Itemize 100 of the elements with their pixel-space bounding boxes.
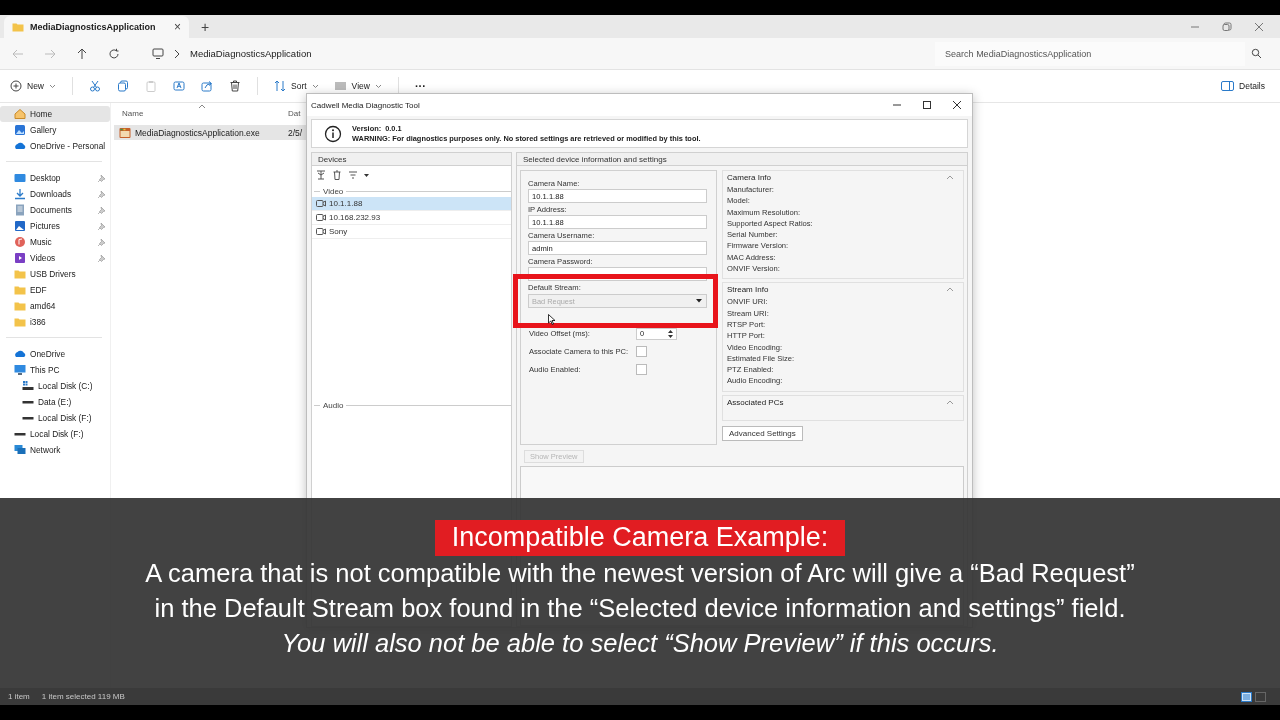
- sidebar-item[interactable]: amd64: [0, 298, 110, 314]
- mouse-cursor-icon: [548, 314, 556, 325]
- up-arrow-icon[interactable]: [76, 47, 88, 60]
- tiles-view-icon[interactable]: [1255, 691, 1266, 702]
- details-view-icon[interactable]: [1241, 691, 1252, 702]
- cloud-icon: [14, 348, 26, 360]
- caption-note: You will also not be able to select “Show Preview” if this occurs.: [281, 628, 999, 659]
- share-icon[interactable]: [201, 80, 213, 92]
- advanced-settings-button[interactable]: Advanced Settings: [722, 425, 803, 441]
- sidebar-item[interactable]: Local Disk (F:): [0, 410, 110, 426]
- group-title: Camera Info: [727, 173, 772, 182]
- browser-tab[interactable]: MediaDiagnosticsApplication ×: [4, 16, 189, 38]
- new-tab-button[interactable]: +: [201, 19, 210, 35]
- caret-icon[interactable]: [364, 173, 369, 177]
- close-tab-button[interactable]: ×: [174, 20, 181, 34]
- sidebar-item[interactable]: Pictures: [0, 218, 110, 234]
- checkbox[interactable]: [636, 346, 647, 357]
- panel-header: Selected device information and settings: [517, 153, 967, 166]
- collapse-icon[interactable]: [946, 399, 954, 405]
- sidebar-item[interactable]: i386: [0, 314, 110, 330]
- device-item[interactable]: 10.1.1.88: [312, 197, 511, 211]
- sort-icon: [274, 80, 286, 92]
- sidebar-item[interactable]: Documents: [0, 202, 110, 218]
- sidebar-item[interactable]: Local Disk (F:): [0, 426, 110, 442]
- sidebar-item[interactable]: Music: [0, 234, 110, 250]
- restore-icon[interactable]: [1222, 21, 1232, 32]
- search-icon[interactable]: [1251, 48, 1262, 59]
- sidebar-item[interactable]: Data (E:): [0, 394, 110, 410]
- file-name: MediaDiagnosticsApplication.exe: [135, 127, 260, 138]
- info-icon: [324, 124, 342, 143]
- breadcrumb[interactable]: MediaDiagnosticsApplication: [190, 48, 312, 59]
- drive-icon: [22, 380, 34, 392]
- sidebar-item[interactable]: Network: [0, 442, 110, 458]
- download-icon: [14, 188, 26, 200]
- folder-icon: [14, 268, 26, 280]
- desktop-icon: [14, 172, 26, 184]
- caret-icon: [696, 299, 702, 303]
- spin-arrows-icon: [668, 329, 673, 338]
- folder-icon: [14, 316, 26, 328]
- group-title: Associated PCs: [727, 397, 784, 407]
- tab-title: MediaDiagnosticsApplication: [30, 22, 157, 32]
- plus-icon: [10, 80, 22, 92]
- sidebar-item[interactable]: OneDrive - Personal: [0, 138, 110, 154]
- checkbox[interactable]: [636, 364, 647, 375]
- collapse-icon[interactable]: [946, 287, 954, 293]
- document-icon: [14, 204, 26, 216]
- camera-icon: [316, 227, 326, 236]
- network-icon: [14, 444, 26, 456]
- close-icon[interactable]: [952, 100, 962, 110]
- collapse-icon[interactable]: [946, 175, 954, 180]
- sidebar-item[interactable]: OneDrive: [0, 346, 110, 362]
- sidebar-item[interactable]: Desktop: [0, 170, 110, 186]
- device-item[interactable]: Sony: [312, 225, 511, 239]
- chevron-icon: [173, 48, 181, 59]
- details-pane-icon: [1221, 80, 1234, 92]
- caption-text: A camera that is not compatible with the newest version of Arc will give a “Bad Request”: [145, 558, 1135, 589]
- maximize-icon[interactable]: [922, 100, 932, 110]
- sidebar-item[interactable]: Local Disk (C:): [0, 378, 110, 394]
- sidebar-item[interactable]: Gallery: [0, 122, 110, 138]
- search-field[interactable]: Search MediaDiagnosticsApplication: [935, 41, 1245, 66]
- group-label: Video: [323, 186, 344, 196]
- selection-info: 1 item selected 119 MB: [41, 692, 125, 701]
- caret-icon: [49, 83, 56, 89]
- video-icon: [14, 252, 26, 264]
- refresh-icon[interactable]: [108, 47, 120, 60]
- sidebar-item[interactable]: USB Drivers: [0, 266, 110, 282]
- details-button[interactable]: Details: [1221, 80, 1265, 92]
- more-button[interactable]: ···: [414, 80, 426, 92]
- sidebar-item[interactable]: Downloads: [0, 186, 110, 202]
- folder-icon: [14, 284, 26, 296]
- delete-icon[interactable]: [229, 80, 241, 92]
- sidebar-item[interactable]: This PC: [0, 362, 110, 378]
- panel-header: Devices: [312, 153, 511, 166]
- caption-text: in the Default Stream box found in the “Selected device information and settings” field.: [154, 593, 1126, 624]
- sort-button[interactable]: Sort: [274, 80, 319, 92]
- file-date: 2/5/: [288, 127, 303, 138]
- caret-icon: [374, 83, 382, 89]
- home-icon: [14, 108, 26, 120]
- window-title: Cadwell Media Diagnostic Tool: [311, 100, 420, 110]
- caption-title: Incompatible Camera Example:: [434, 520, 846, 556]
- camera-icon: [316, 213, 326, 222]
- device-item[interactable]: 10.168.232.93: [312, 211, 511, 225]
- group-title: Stream Info: [727, 285, 769, 295]
- folder-icon: [14, 300, 26, 312]
- sidebar-item[interactable]: EDF: [0, 282, 110, 298]
- rename-icon[interactable]: [173, 80, 185, 92]
- cut-icon[interactable]: [89, 80, 101, 92]
- caret-icon: [311, 83, 319, 89]
- new-button[interactable]: New: [10, 80, 56, 92]
- sidebar-item[interactable]: Home: [0, 106, 110, 122]
- sidebar-item[interactable]: Videos: [0, 250, 110, 266]
- column-header[interactable]: Name: [114, 108, 288, 118]
- camera-icon: [316, 199, 326, 208]
- filter-icon[interactable]: [348, 170, 358, 180]
- copy-icon[interactable]: [117, 80, 129, 92]
- column-header[interactable]: Dat: [288, 108, 301, 118]
- item-count: 1 item: [8, 692, 30, 701]
- gallery-icon: [14, 124, 26, 136]
- delete-icon[interactable]: [332, 170, 342, 180]
- view-button[interactable]: View: [334, 80, 382, 92]
